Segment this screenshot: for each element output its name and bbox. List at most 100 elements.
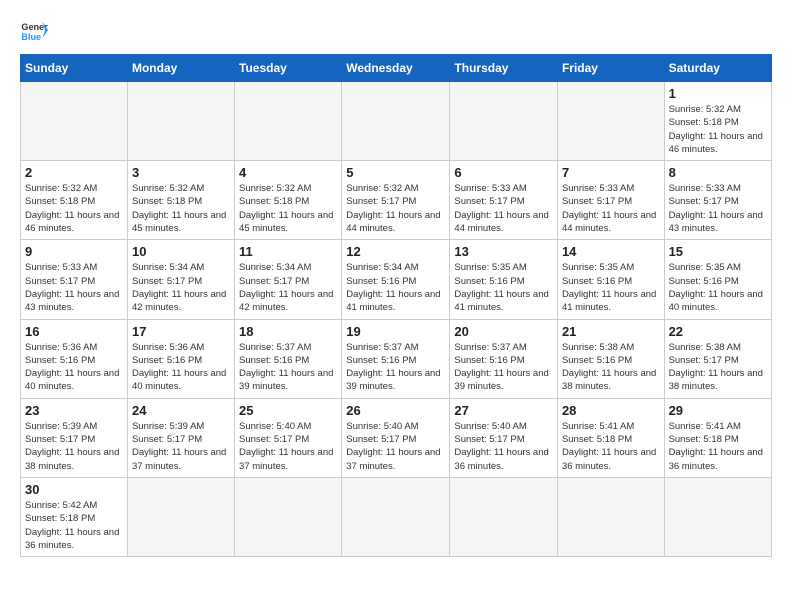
svg-text:Blue: Blue: [21, 32, 41, 42]
col-header-friday: Friday: [557, 55, 664, 82]
day-info: Sunrise: 5:38 AMSunset: 5:16 PMDaylight:…: [562, 341, 660, 394]
calendar-header-row: SundayMondayTuesdayWednesdayThursdayFrid…: [21, 55, 772, 82]
calendar-cell: 30 Sunrise: 5:42 AMSunset: 5:18 PMDayligh…: [21, 477, 128, 556]
day-info: Sunrise: 5:34 AMSunset: 5:17 PMDaylight:…: [239, 261, 337, 314]
calendar-week-3: 9Sunrise: 5:33 AMSunset: 5:17 PMDaylight…: [21, 240, 772, 319]
calendar-cell: [342, 82, 450, 161]
day-info: Sunrise: 5:35 AMSunset: 5:16 PMDaylight:…: [669, 261, 767, 314]
calendar-cell: 9Sunrise: 5:33 AMSunset: 5:17 PMDaylight…: [21, 240, 128, 319]
calendar-week-2: 2 Sunrise: 5:32 AMSunset: 5:18 PMDaylight…: [21, 161, 772, 240]
calendar-cell: [557, 82, 664, 161]
calendar-cell: 18 Sunrise: 5:37 AMSunset: 5:16 PMDayligh…: [235, 319, 342, 398]
calendar-cell: 6 Sunrise: 5:33 AMSunset: 5:17 PMDaylight…: [450, 161, 558, 240]
day-number: 11: [239, 244, 337, 259]
day-info: Sunrise: 5:35 AMSunset: 5:16 PMDaylight:…: [562, 261, 660, 314]
calendar-cell: 4Sunrise: 5:32 AMSunset: 5:18 PMDaylight…: [235, 161, 342, 240]
day-info: Sunrise: 5:39 AMSunset: 5:17 PMDaylight:…: [25, 420, 123, 473]
day-info: Sunrise: 5:37 AMSunset: 5:16 PMDaylight:…: [346, 341, 445, 394]
calendar-cell: 2 Sunrise: 5:32 AMSunset: 5:18 PMDaylight…: [21, 161, 128, 240]
calendar-cell: 27 Sunrise: 5:40 AMSunset: 5:17 PMDayligh…: [450, 398, 558, 477]
page-header: General Blue: [20, 16, 772, 44]
calendar-week-4: 16 Sunrise: 5:36 AMSunset: 5:16 PMDayligh…: [21, 319, 772, 398]
day-number: 18: [239, 324, 337, 339]
day-info: Sunrise: 5:42 AMSunset: 5:18 PMDaylight:…: [25, 499, 123, 552]
day-info: Sunrise: 5:40 AMSunset: 5:17 PMDaylight:…: [239, 420, 337, 473]
day-number: 14: [562, 244, 660, 259]
logo-icon: General Blue: [20, 16, 48, 44]
calendar-cell: [450, 477, 558, 556]
day-info: Sunrise: 5:33 AMSunset: 5:17 PMDaylight:…: [669, 182, 767, 235]
day-number: 30: [25, 482, 123, 497]
day-number: 26: [346, 403, 445, 418]
day-number: 29: [669, 403, 767, 418]
day-number: 22: [669, 324, 767, 339]
day-info: Sunrise: 5:37 AMSunset: 5:16 PMDaylight:…: [239, 341, 337, 394]
calendar-cell: 1Sunrise: 5:32 AMSunset: 5:18 PMDaylight…: [664, 82, 771, 161]
svg-text:General: General: [21, 22, 48, 32]
day-number: 16: [25, 324, 123, 339]
calendar-cell: 21 Sunrise: 5:38 AMSunset: 5:16 PMDayligh…: [557, 319, 664, 398]
day-info: Sunrise: 5:33 AMSunset: 5:17 PMDaylight:…: [562, 182, 660, 235]
day-number: 23: [25, 403, 123, 418]
day-number: 27: [454, 403, 553, 418]
day-number: 25: [239, 403, 337, 418]
day-info: Sunrise: 5:32 AMSunset: 5:18 PMDaylight:…: [669, 103, 767, 156]
day-info: Sunrise: 5:40 AMSunset: 5:17 PMDaylight:…: [454, 420, 553, 473]
calendar-cell: [235, 477, 342, 556]
calendar-cell: 24 Sunrise: 5:39 AMSunset: 5:17 PMDayligh…: [127, 398, 234, 477]
day-info: Sunrise: 5:32 AMSunset: 5:18 PMDaylight:…: [132, 182, 230, 235]
day-info: Sunrise: 5:41 AMSunset: 5:18 PMDaylight:…: [669, 420, 767, 473]
day-number: 10: [132, 244, 230, 259]
day-number: 21: [562, 324, 660, 339]
calendar-cell: 14 Sunrise: 5:35 AMSunset: 5:16 PMDayligh…: [557, 240, 664, 319]
day-number: 13: [454, 244, 553, 259]
calendar-cell: 15 Sunrise: 5:35 AMSunset: 5:16 PMDayligh…: [664, 240, 771, 319]
day-info: Sunrise: 5:41 AMSunset: 5:18 PMDaylight:…: [562, 420, 660, 473]
calendar-cell: [342, 477, 450, 556]
calendar-cell: 3Sunrise: 5:32 AMSunset: 5:18 PMDaylight…: [127, 161, 234, 240]
day-number: 12: [346, 244, 445, 259]
calendar-cell: 17 Sunrise: 5:36 AMSunset: 5:16 PMDayligh…: [127, 319, 234, 398]
calendar-cell: [235, 82, 342, 161]
calendar-cell: 16 Sunrise: 5:36 AMSunset: 5:16 PMDayligh…: [21, 319, 128, 398]
day-number: 2: [25, 165, 123, 180]
calendar-cell: 10 Sunrise: 5:34 AMSunset: 5:17 PMDayligh…: [127, 240, 234, 319]
col-header-saturday: Saturday: [664, 55, 771, 82]
calendar-cell: 22 Sunrise: 5:38 AMSunset: 5:17 PMDayligh…: [664, 319, 771, 398]
day-info: Sunrise: 5:32 AMSunset: 5:18 PMDaylight:…: [25, 182, 123, 235]
calendar-cell: [127, 477, 234, 556]
day-number: 24: [132, 403, 230, 418]
calendar-cell: [664, 477, 771, 556]
day-number: 7: [562, 165, 660, 180]
day-number: 17: [132, 324, 230, 339]
calendar-cell: 8Sunrise: 5:33 AMSunset: 5:17 PMDaylight…: [664, 161, 771, 240]
calendar-cell: 12Sunrise: 5:34 AMSunset: 5:16 PMDayligh…: [342, 240, 450, 319]
calendar-cell: 13Sunrise: 5:35 AMSunset: 5:16 PMDayligh…: [450, 240, 558, 319]
day-info: Sunrise: 5:36 AMSunset: 5:16 PMDaylight:…: [25, 341, 123, 394]
logo: General Blue: [20, 16, 48, 44]
calendar-week-1: 1Sunrise: 5:32 AMSunset: 5:18 PMDaylight…: [21, 82, 772, 161]
day-info: Sunrise: 5:39 AMSunset: 5:17 PMDaylight:…: [132, 420, 230, 473]
day-number: 15: [669, 244, 767, 259]
day-number: 28: [562, 403, 660, 418]
col-header-monday: Monday: [127, 55, 234, 82]
day-info: Sunrise: 5:40 AMSunset: 5:17 PMDaylight:…: [346, 420, 445, 473]
calendar-cell: [21, 82, 128, 161]
calendar-cell: [450, 82, 558, 161]
day-info: Sunrise: 5:33 AMSunset: 5:17 PMDaylight:…: [454, 182, 553, 235]
day-info: Sunrise: 5:34 AMSunset: 5:17 PMDaylight:…: [132, 261, 230, 314]
calendar-week-5: 23 Sunrise: 5:39 AMSunset: 5:17 PMDayligh…: [21, 398, 772, 477]
day-info: Sunrise: 5:36 AMSunset: 5:16 PMDaylight:…: [132, 341, 230, 394]
day-info: Sunrise: 5:33 AMSunset: 5:17 PMDaylight:…: [25, 261, 123, 314]
calendar-cell: [127, 82, 234, 161]
calendar-cell: 26 Sunrise: 5:40 AMSunset: 5:17 PMDayligh…: [342, 398, 450, 477]
day-info: Sunrise: 5:32 AMSunset: 5:18 PMDaylight:…: [239, 182, 337, 235]
day-info: Sunrise: 5:38 AMSunset: 5:17 PMDaylight:…: [669, 341, 767, 394]
calendar-cell: 23 Sunrise: 5:39 AMSunset: 5:17 PMDayligh…: [21, 398, 128, 477]
day-number: 6: [454, 165, 553, 180]
calendar-table: SundayMondayTuesdayWednesdayThursdayFrid…: [20, 54, 772, 557]
day-number: 5: [346, 165, 445, 180]
day-number: 19: [346, 324, 445, 339]
calendar-cell: 5Sunrise: 5:32 AMSunset: 5:17 PMDaylight…: [342, 161, 450, 240]
calendar-cell: 11 Sunrise: 5:34 AMSunset: 5:17 PMDayligh…: [235, 240, 342, 319]
